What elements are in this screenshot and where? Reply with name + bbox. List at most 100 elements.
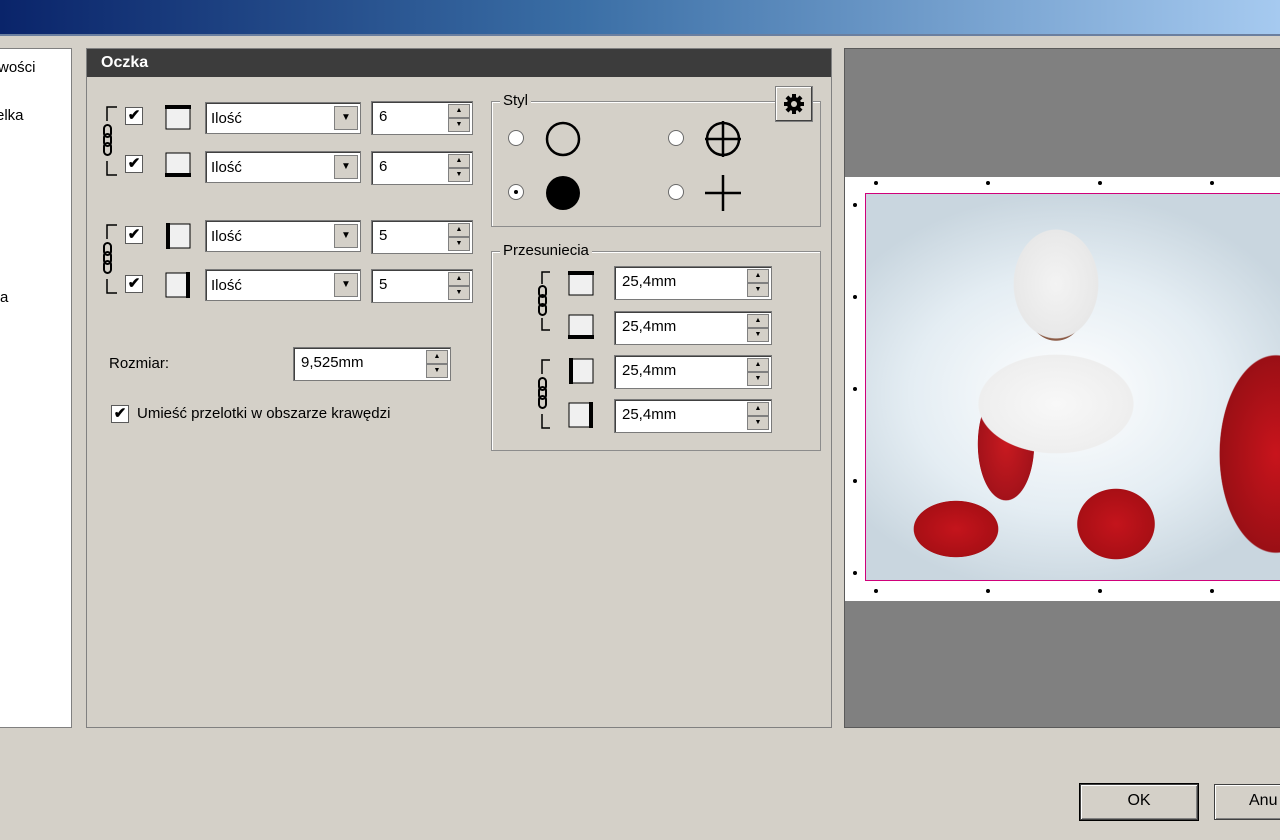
chevron-down-icon[interactable]: ▼	[334, 106, 358, 130]
spin-down-icon[interactable]: ▼	[448, 286, 470, 300]
preview-paper	[845, 177, 1280, 601]
top-edge-icon	[165, 105, 191, 130]
settings-button[interactable]	[775, 86, 813, 122]
spin-up-icon[interactable]: ▲	[426, 350, 448, 364]
right-offset-spinner[interactable]: 25,4mm ▲ ▼	[614, 399, 772, 433]
spin-up-icon[interactable]: ▲	[448, 154, 470, 168]
offsets-group: Przesuniecia 25,4mm ▲ ▼ 25,4mm ▲ ▼ 25,4m…	[491, 242, 821, 451]
category-item[interactable]: wości	[0, 59, 36, 76]
top-mode-value: Ilość	[211, 110, 242, 127]
grommet-marker	[1210, 181, 1214, 185]
spin-up-icon[interactable]: ▲	[747, 358, 769, 372]
spin-up-icon[interactable]: ▲	[747, 269, 769, 283]
grommet-marker	[853, 571, 857, 575]
grommet-marker	[853, 203, 857, 207]
left-count-spinner[interactable]: 5 ▲ ▼	[371, 220, 473, 254]
link-top-bottom-offset-icon[interactable]	[534, 268, 558, 334]
grommet-marker	[853, 387, 857, 391]
grommet-marker	[853, 479, 857, 483]
top-offset-spinner[interactable]: 25,4mm ▲ ▼	[614, 266, 772, 300]
right-count-value: 5	[379, 276, 388, 293]
bottom-offset-value: 25,4mm	[622, 318, 677, 335]
style-circle-crosshair-radio[interactable]	[668, 130, 684, 146]
place-in-bleed-checkbox[interactable]: ✔	[111, 405, 129, 423]
right-count-spinner[interactable]: 5 ▲ ▼	[371, 269, 473, 303]
bottom-count-spinner[interactable]: 6 ▲ ▼	[371, 151, 473, 185]
size-spinner[interactable]: 9,525mm ▲ ▼	[293, 347, 451, 381]
grommet-marker	[986, 589, 990, 593]
ok-button[interactable]: OK	[1079, 783, 1199, 821]
chevron-down-icon[interactable]: ▼	[334, 224, 358, 248]
grommets-panel: Oczka ✔ Ilość ▼ 6 ▲ ▼ ✔ Ilość ▼ 6 ▲ ▼ ✔ …	[86, 48, 832, 728]
spin-down-icon[interactable]: ▼	[747, 416, 769, 430]
spin-up-icon[interactable]: ▲	[747, 314, 769, 328]
style-group-label: Styl	[500, 92, 532, 109]
link-left-right-icon[interactable]	[101, 221, 125, 297]
spin-down-icon[interactable]: ▼	[448, 168, 470, 182]
spin-up-icon[interactable]: ▲	[747, 402, 769, 416]
preview-pane	[844, 48, 1280, 728]
right-edge-checkbox[interactable]: ✔	[125, 275, 143, 293]
right-mode-select[interactable]: Ilość ▼	[205, 269, 361, 301]
grommet-marker	[853, 295, 857, 299]
spin-up-icon[interactable]: ▲	[448, 223, 470, 237]
spin-up-icon[interactable]: ▲	[448, 272, 470, 286]
top-count-value: 6	[379, 108, 388, 125]
grommet-marker	[1210, 589, 1214, 593]
category-item[interactable]: a	[0, 289, 8, 306]
spin-down-icon[interactable]: ▼	[747, 283, 769, 297]
link-left-right-offset-icon[interactable]	[534, 356, 558, 432]
circle-filled-icon	[546, 176, 580, 210]
left-mode-select[interactable]: Ilość ▼	[205, 220, 361, 252]
circle-crosshair-icon	[705, 121, 741, 157]
left-edge-checkbox[interactable]: ✔	[125, 226, 143, 244]
bottom-mode-value: Ilość	[211, 159, 242, 176]
bottom-offset-spinner[interactable]: 25,4mm ▲ ▼	[614, 311, 772, 345]
grommet-marker	[986, 181, 990, 185]
top-mode-select[interactable]: Ilość ▼	[205, 102, 361, 134]
grommet-marker	[1098, 589, 1102, 593]
grommet-marker	[1098, 181, 1102, 185]
size-label: Rozmiar:	[109, 355, 170, 372]
left-offset-spinner[interactable]: 25,4mm ▲ ▼	[614, 355, 772, 389]
spin-down-icon[interactable]: ▼	[448, 118, 470, 132]
bottom-edge-checkbox[interactable]: ✔	[125, 155, 143, 173]
plus-cross-icon	[705, 175, 741, 211]
left-offset-value: 25,4mm	[622, 362, 677, 379]
left-edge-icon	[569, 358, 594, 384]
spin-up-icon[interactable]: ▲	[448, 104, 470, 118]
top-edge-icon	[568, 271, 594, 296]
category-list[interactable]: wości elka a	[0, 48, 72, 728]
spin-down-icon[interactable]: ▼	[747, 372, 769, 386]
style-circle-filled-radio[interactable]	[508, 184, 524, 200]
style-group: Styl	[491, 86, 821, 227]
offsets-group-label: Przesuniecia	[500, 242, 592, 259]
style-circle-outline-radio[interactable]	[508, 130, 524, 146]
size-value: 9,525mm	[301, 354, 364, 371]
top-count-spinner[interactable]: 6 ▲ ▼	[371, 101, 473, 135]
grommet-marker	[874, 589, 878, 593]
top-edge-checkbox[interactable]: ✔	[125, 107, 143, 125]
left-edge-icon	[166, 223, 191, 249]
right-mode-value: Ilość	[211, 277, 242, 294]
chevron-down-icon[interactable]: ▼	[334, 273, 358, 297]
category-item[interactable]: elka	[0, 107, 24, 124]
bottom-edge-icon	[165, 152, 191, 177]
top-offset-value: 25,4mm	[622, 273, 677, 290]
chevron-down-icon[interactable]: ▼	[334, 155, 358, 179]
spin-down-icon[interactable]: ▼	[426, 364, 448, 378]
gear-icon	[784, 94, 804, 114]
bottom-edge-icon	[568, 314, 594, 339]
cancel-button[interactable]: Anu	[1214, 784, 1280, 820]
spin-down-icon[interactable]: ▼	[747, 328, 769, 342]
right-edge-icon	[165, 272, 190, 298]
link-top-bottom-icon[interactable]	[101, 103, 125, 179]
style-plus-radio[interactable]	[668, 184, 684, 200]
bottom-mode-select[interactable]: Ilość ▼	[205, 151, 361, 183]
right-offset-value: 25,4mm	[622, 406, 677, 423]
spin-down-icon[interactable]: ▼	[448, 237, 470, 251]
right-edge-icon	[568, 402, 593, 428]
circle-outline-icon	[545, 121, 581, 157]
window-title-bar	[0, 0, 1280, 36]
panel-title: Oczka	[87, 49, 831, 77]
